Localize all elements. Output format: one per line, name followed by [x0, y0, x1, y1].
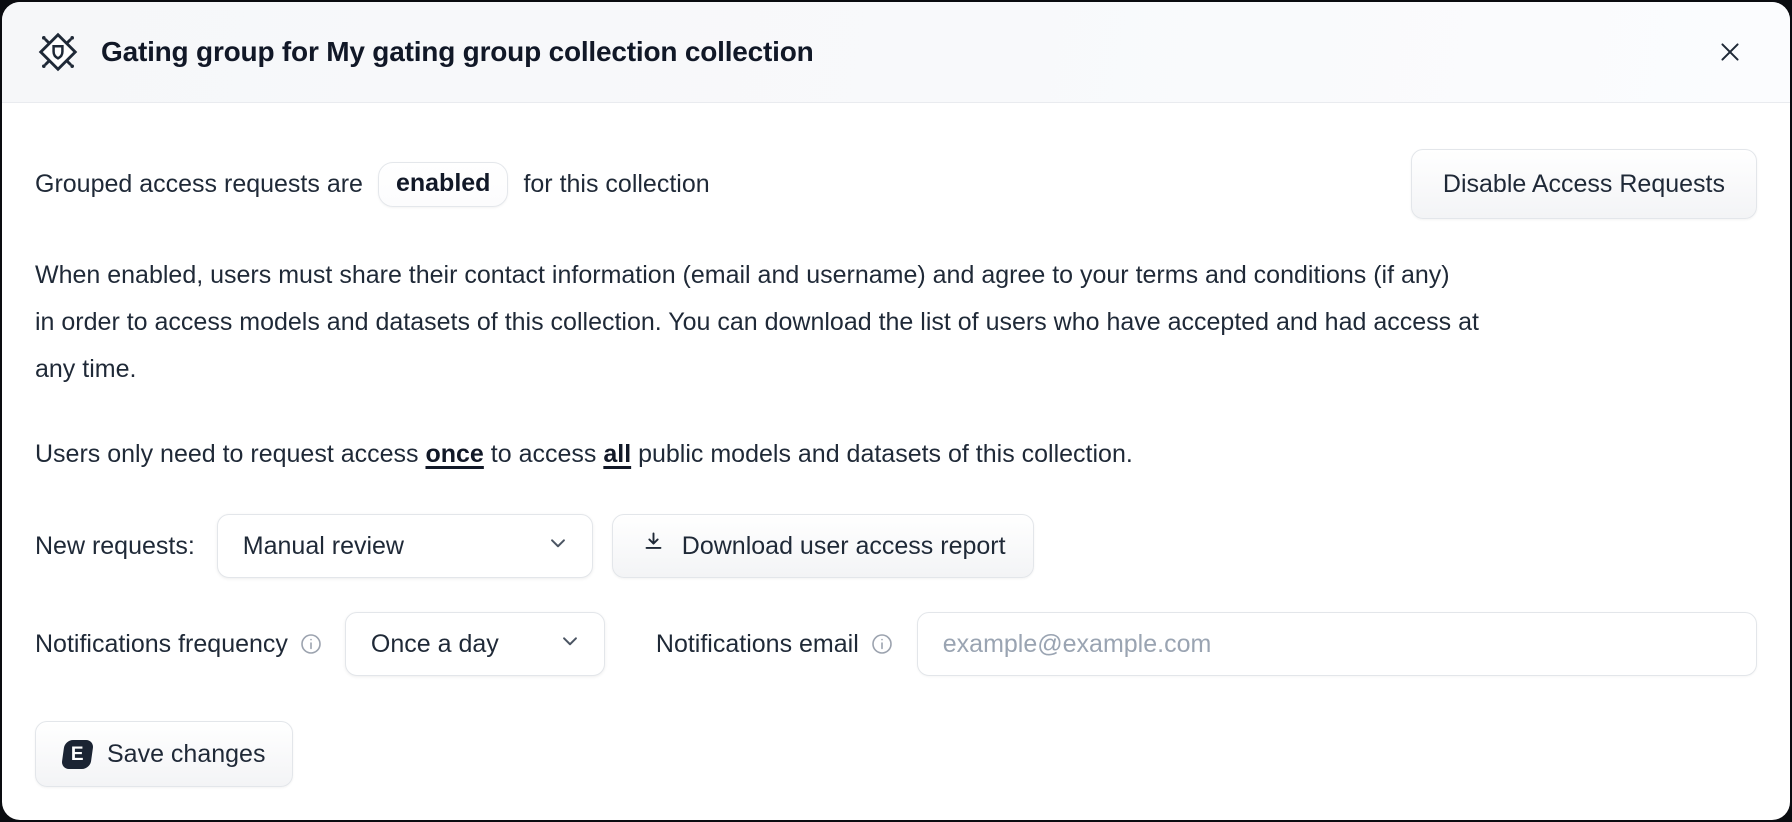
description-paragraph: When enabled, users must share their con…	[35, 252, 1757, 393]
disable-access-requests-button[interactable]: Disable Access Requests	[1411, 149, 1757, 219]
save-row: E Save changes	[35, 721, 1757, 787]
chevron-down-icon	[545, 530, 571, 563]
new-requests-label: New requests:	[35, 532, 195, 561]
notifications-email-label: Notifications email	[656, 630, 859, 659]
info-icon[interactable]	[299, 632, 323, 656]
description-line: When enabled, users must share their con…	[35, 252, 1757, 299]
dialog-header: Gating group for My gating group collect…	[2, 2, 1790, 103]
enterprise-icon: E	[61, 740, 94, 769]
enterprise-icon-letter: E	[71, 743, 84, 765]
note-suffix: public models and datasets of this colle…	[631, 440, 1133, 468]
dialog-title: Gating group for My gating group collect…	[101, 36, 814, 68]
chevron-down-icon	[557, 628, 583, 661]
gating-group-dialog: Gating group for My gating group collect…	[2, 2, 1790, 820]
save-changes-button[interactable]: E Save changes	[35, 721, 293, 787]
new-requests-select[interactable]: Manual review	[217, 514, 593, 578]
status-badge: enabled	[378, 162, 508, 207]
notifications-row: Notifications frequency Once a day Notif…	[35, 612, 1757, 676]
save-button-label: Save changes	[107, 740, 265, 769]
note-line: Users only need to request access once t…	[35, 438, 1757, 471]
description-line: any time.	[35, 346, 1757, 393]
status-row: Grouped access requests are enabled for …	[35, 149, 1757, 219]
new-requests-row: New requests: Manual review Download use…	[35, 514, 1757, 578]
status-text: Grouped access requests are enabled for …	[35, 162, 710, 207]
note-middle: to access	[484, 440, 604, 468]
notifications-frequency-label: Notifications frequency	[35, 630, 288, 659]
status-suffix: for this collection	[523, 170, 709, 199]
gated-group-icon	[35, 29, 81, 75]
download-button-label: Download user access report	[682, 532, 1006, 561]
note-emphasis-all: all	[603, 440, 631, 468]
dialog-content: Grouped access requests are enabled for …	[2, 149, 1790, 787]
notifications-frequency-selected-value: Once a day	[371, 630, 499, 659]
status-prefix: Grouped access requests are	[35, 170, 363, 199]
note-prefix: Users only need to request access	[35, 440, 425, 468]
close-icon	[1716, 54, 1744, 69]
new-requests-selected-value: Manual review	[243, 532, 404, 561]
close-button[interactable]	[1710, 32, 1750, 72]
download-user-access-report-button[interactable]: Download user access report	[612, 514, 1034, 578]
info-icon[interactable]	[870, 632, 894, 656]
notifications-frequency-select[interactable]: Once a day	[345, 612, 605, 676]
note-emphasis-once: once	[425, 440, 483, 468]
notifications-email-input[interactable]	[917, 612, 1757, 676]
download-icon	[640, 529, 667, 563]
description-line: in order to access models and datasets o…	[35, 299, 1757, 346]
